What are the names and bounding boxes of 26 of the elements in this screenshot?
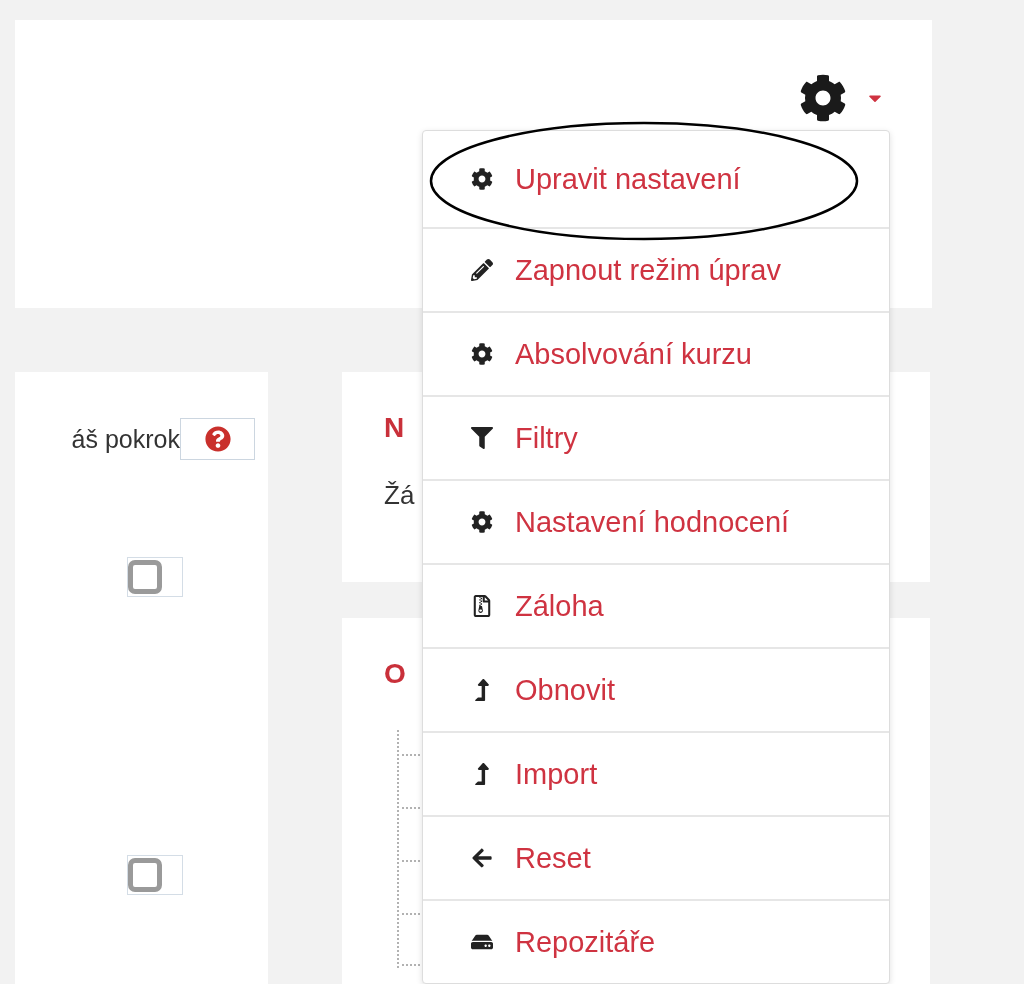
card-text: Žá	[384, 480, 415, 511]
menu-item[interactable]: Obnovit	[423, 647, 889, 731]
card-title: O	[384, 658, 406, 690]
card-title: N	[384, 412, 405, 444]
gear-icon	[471, 343, 493, 365]
gear-icon	[471, 168, 493, 190]
menu-item[interactable]: Zapnout režim úprav	[423, 227, 889, 311]
checkbox[interactable]	[128, 560, 162, 594]
menu-item[interactable]: Upravit nastavení	[423, 131, 889, 227]
settings-icon	[799, 74, 847, 122]
filter-icon	[471, 427, 493, 449]
menu-item[interactable]: Záloha	[423, 563, 889, 647]
help-icon	[204, 426, 231, 452]
menu-item[interactable]: Import	[423, 731, 889, 815]
progress-label: áš pokrok	[71, 424, 180, 454]
checkbox[interactable]	[128, 858, 162, 892]
menu-item[interactable]: Repozitáře	[423, 899, 889, 983]
help-button[interactable]	[180, 418, 255, 460]
file-icon	[471, 595, 493, 617]
left-arrow-icon	[471, 847, 493, 869]
menu-item[interactable]: Nastavení hodnocení	[423, 479, 889, 563]
menu-item[interactable]: Absolvování kurzu	[423, 311, 889, 395]
menu-item[interactable]: Reset	[423, 815, 889, 899]
gear-icon	[471, 511, 493, 533]
menu-item[interactable]: Filtry	[423, 395, 889, 479]
pencil-icon	[471, 259, 493, 281]
